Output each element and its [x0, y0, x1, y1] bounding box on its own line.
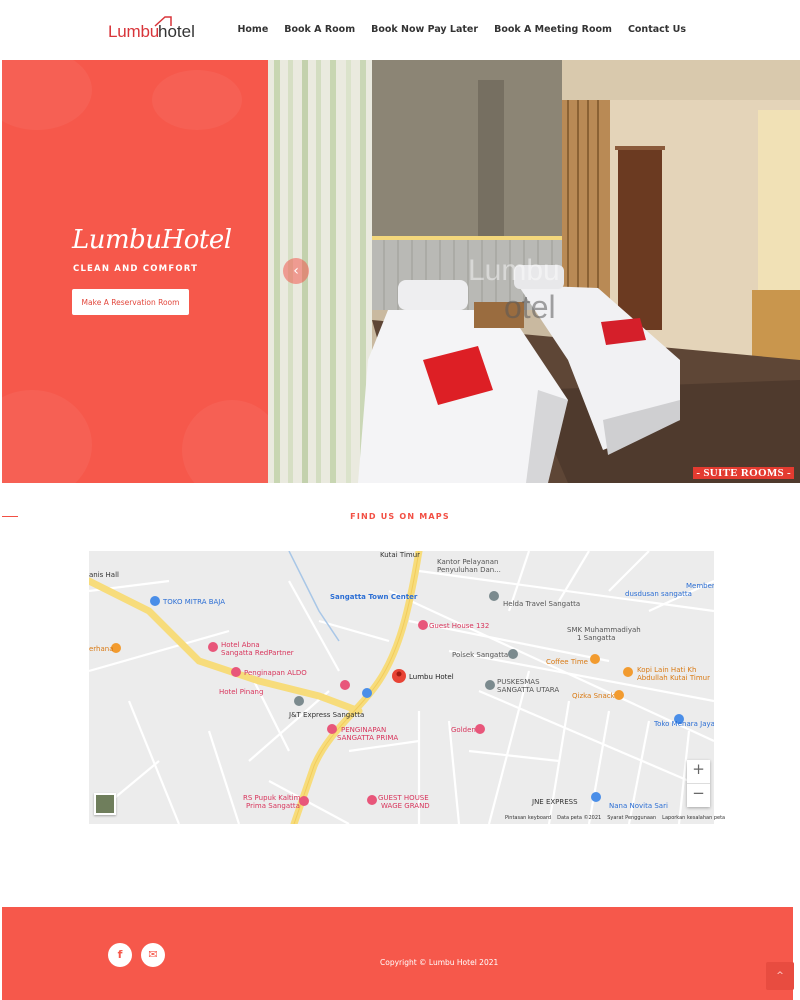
- map-label: erhana: [89, 645, 114, 653]
- svg-text:otel: otel: [504, 289, 556, 325]
- map-label: Hotel Pinang: [219, 688, 264, 696]
- satellite-toggle-button[interactable]: [94, 793, 116, 815]
- site-logo[interactable]: Lumbu hotel: [108, 15, 200, 45]
- map-label: Abdullah Kutai Timur: [637, 674, 710, 682]
- map-label: TOKO MITRA BAJA: [163, 598, 226, 606]
- hero-subtitle: CLEAN AND COMFORT: [73, 264, 199, 274]
- map-label: Polsek Sangatta: [452, 651, 509, 659]
- map-label: Kopi Lain Hati Kh: [637, 666, 697, 674]
- back-to-top-button[interactable]: ^: [766, 962, 794, 990]
- nav-home[interactable]: Home: [237, 24, 268, 35]
- suite-rooms-label: - SUITE ROOMS -: [693, 467, 794, 479]
- copyright-text: Copyright © Lumbu Hotel 2021: [380, 958, 499, 967]
- hero-panel: LumbuHotel CLEAN AND COMFORT Make A Rese…: [2, 60, 268, 483]
- nav-book-a-room[interactable]: Book A Room: [284, 24, 355, 35]
- map-label: Coffee Time: [546, 658, 588, 666]
- map-footer-link[interactable]: Pintasan keyboard: [505, 815, 551, 821]
- google-map[interactable]: Kutai Timur Kantor Pelayanan Penyuluhan …: [89, 551, 714, 824]
- map-label: PUSKESMAS: [497, 678, 540, 686]
- map-footer-link: Data peta ©2021: [557, 815, 602, 821]
- map-label: SMK Muhammadiyah: [567, 626, 641, 634]
- map-label: Qizka Snack: [572, 692, 615, 700]
- map-footer-link[interactable]: Laporkan kesalahan peta: [662, 815, 725, 821]
- map-label: J&T Express Sangatta: [289, 711, 365, 719]
- nav-book-meeting-room[interactable]: Book A Meeting Room: [494, 24, 612, 35]
- map-label: GUEST HOUSE: [378, 794, 429, 802]
- hero-room-photo: Lumbu otel - SUITE ROOMS -: [268, 60, 800, 483]
- hero-slider: LumbuHotel CLEAN AND COMFORT Make A Rese…: [2, 60, 800, 483]
- room-illustration: Lumbu otel: [268, 60, 800, 483]
- map-label: Kutai Timur: [380, 551, 421, 559]
- map-label: Penginapan ALDO: [244, 669, 307, 677]
- map-label: dusdusan sangatta: [625, 590, 692, 598]
- map-label: PENGINAPAN: [341, 726, 387, 734]
- map-attribution: Pintasan keyboard Data peta ©2021 Syarat…: [505, 815, 725, 821]
- make-reservation-button[interactable]: Make A Reservation Room: [72, 289, 189, 315]
- chevron-up-icon: ^: [776, 971, 784, 981]
- facebook-icon[interactable]: f: [108, 943, 132, 967]
- map-label: Helda Travel Sangatta: [503, 600, 581, 608]
- map-label: Kantor Pelayanan: [437, 558, 499, 566]
- map-pins: [111, 591, 684, 806]
- map-label: Member: [686, 582, 714, 590]
- email-icon[interactable]: ✉: [141, 943, 165, 967]
- map-label: Lumbu Hotel: [409, 673, 454, 681]
- map-label: Prima Sangatta: [246, 802, 300, 810]
- map-label: 1 Sangatta: [577, 634, 616, 642]
- slider-prev-button[interactable]: ‹: [283, 258, 309, 284]
- map-label: Sangatta RedPartner: [221, 649, 294, 657]
- map-label: Guest House 132: [429, 622, 490, 630]
- map-zoom-controls: + −: [687, 760, 710, 807]
- map-footer-link[interactable]: Syarat Penggunaan: [607, 815, 656, 821]
- nav-contact-us[interactable]: Contact Us: [628, 24, 686, 35]
- page: Lumbu hotel Home Book A Room Book Now Pa…: [0, 0, 800, 1000]
- find-us-heading: FIND US ON MAPS: [350, 512, 450, 521]
- map-label: Sangatta Town Center: [330, 593, 418, 601]
- zoom-out-button[interactable]: −: [687, 784, 710, 807]
- map-label: Penyuluhan Dan...: [437, 566, 501, 574]
- map-label: WAGE GRAND: [381, 802, 430, 810]
- logo-word-hotel: hotel: [158, 22, 195, 41]
- map-label: RS Pupuk Kaltim: [243, 794, 301, 802]
- hero-decoration: [2, 390, 92, 483]
- chevron-left-icon: ‹: [293, 263, 299, 279]
- map-label: SANGATTA PRIMA: [337, 734, 399, 742]
- main-nav: Home Book A Room Book Now Pay Later Book…: [237, 24, 686, 35]
- map-label: Toko Menara Jaya: [654, 720, 714, 728]
- map-label: anis Hall: [89, 571, 119, 579]
- map-label: Golden: [451, 726, 476, 734]
- hero-decoration: [182, 400, 268, 483]
- site-header: Lumbu hotel Home Book A Room Book Now Pa…: [0, 0, 800, 60]
- hero-decoration: [2, 60, 92, 130]
- svg-text:Lumbu: Lumbu: [468, 254, 560, 287]
- map-label: JNE EXPRESS: [532, 798, 578, 806]
- map-label: SANGATTA UTARA: [497, 686, 560, 694]
- map-label: Nana Novita Sari: [609, 802, 668, 810]
- nav-book-now-pay-later[interactable]: Book Now Pay Later: [371, 24, 478, 35]
- zoom-in-button[interactable]: +: [687, 760, 710, 783]
- hero-decoration: [152, 70, 242, 130]
- hero-title: LumbuHotel: [72, 225, 232, 255]
- map-label: Hotel Abna: [221, 641, 260, 649]
